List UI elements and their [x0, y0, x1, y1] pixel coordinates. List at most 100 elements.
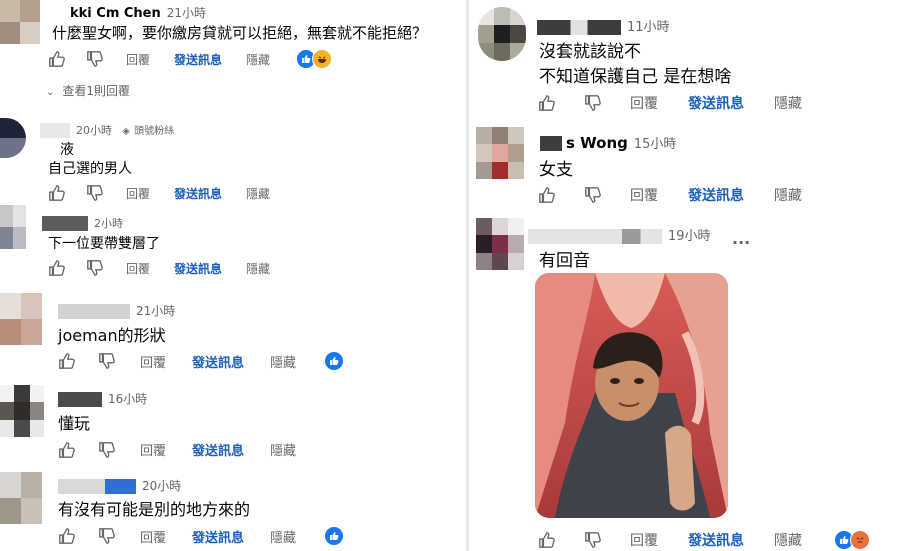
comment-actions: 回覆 發送訊息 隱藏 — [48, 49, 333, 69]
like-icon[interactable] — [58, 441, 76, 459]
send-message-button[interactable]: 發送訊息 — [174, 51, 222, 68]
like-icon[interactable] — [58, 352, 76, 370]
redacted-name — [40, 123, 70, 138]
avatar[interactable] — [0, 118, 26, 158]
send-message-button[interactable]: 發送訊息 — [688, 93, 744, 113]
dislike-icon[interactable] — [584, 94, 602, 112]
avatar[interactable] — [476, 127, 524, 179]
reply-button[interactable]: 回覆 — [126, 51, 150, 68]
comment-time[interactable]: 21小時 — [167, 6, 206, 20]
comment-text: 不知道保護自己 是在想啥 — [539, 67, 732, 87]
hide-button[interactable]: 隱藏 — [270, 527, 296, 546]
like-icon[interactable] — [48, 184, 66, 202]
redacted-name — [540, 136, 562, 151]
send-message-button[interactable]: 發送訊息 — [688, 530, 744, 550]
comment-actions: 回覆 發送訊息 隱藏 — [58, 351, 345, 371]
hide-button[interactable]: 隱藏 — [270, 352, 296, 371]
more-options-icon[interactable]: ··· — [732, 233, 750, 252]
dislike-icon[interactable] — [98, 527, 116, 545]
comment-author[interactable]: 2小時 — [42, 215, 123, 231]
like-icon[interactable] — [538, 186, 556, 204]
chevron-down-icon: ⌄ — [46, 87, 55, 98]
reply-button[interactable]: 回覆 — [630, 530, 658, 550]
reaction-badges[interactable] — [296, 49, 333, 69]
comment-author[interactable]: 11小時 — [537, 16, 670, 35]
dislike-icon[interactable] — [584, 531, 602, 549]
send-message-button[interactable]: 發送訊息 — [192, 527, 244, 546]
comment-text: 懂玩 — [58, 414, 91, 433]
comment-text: 什麼聖女啊，要你繳房貸就可以拒絕，無套就不能拒絕？ — [52, 24, 428, 42]
comment-author[interactable]: 19小時 — [528, 225, 711, 244]
comment-text: 女支 — [539, 160, 573, 180]
like-reaction-icon[interactable] — [324, 351, 345, 371]
send-message-button[interactable]: 發送訊息 — [174, 185, 222, 202]
hide-button[interactable]: 隱藏 — [246, 185, 270, 202]
like-icon[interactable] — [538, 531, 556, 549]
photo-image — [535, 273, 728, 518]
view-replies-link[interactable]: ⌄ 查看1則回覆 — [46, 82, 130, 99]
hide-button[interactable]: 隱藏 — [270, 440, 296, 459]
comment-text: 自己選的男人 — [48, 161, 132, 177]
photo-attachment[interactable] — [535, 273, 728, 518]
send-message-button[interactable]: 發送訊息 — [688, 185, 744, 205]
avatar[interactable] — [476, 218, 524, 270]
like-icon[interactable] — [48, 259, 66, 277]
comment-text-line: 沒套就該說不 — [539, 42, 641, 62]
hide-button[interactable]: 隱藏 — [774, 93, 802, 113]
comment-author[interactable]: 20小時 — [58, 477, 181, 494]
comment-author[interactable]: 16小時 — [58, 390, 147, 407]
avatar[interactable] — [0, 472, 42, 524]
comment-author[interactable]: s Wong 15小時 — [540, 133, 676, 152]
dislike-icon[interactable] — [86, 259, 104, 277]
comment-actions: 回覆 發送訊息 隱藏 — [48, 259, 270, 277]
dislike-icon[interactable] — [98, 441, 116, 459]
comment-author[interactable]: 21小時 — [58, 302, 175, 319]
comment-actions: 回覆 發送訊息 隱藏 — [58, 526, 345, 546]
angry-reaction-icon — [850, 530, 870, 550]
reply-button[interactable]: 回覆 — [126, 260, 150, 277]
like-icon[interactable] — [48, 50, 66, 68]
send-message-button[interactable]: 發送訊息 — [192, 352, 244, 371]
send-message-button[interactable]: 發送訊息 — [174, 260, 222, 277]
dislike-icon[interactable] — [86, 184, 104, 202]
avatar[interactable] — [0, 293, 42, 345]
avatar[interactable] — [0, 0, 40, 44]
redacted-name — [528, 228, 662, 244]
comment-actions: 回覆 發送訊息 隱藏 — [48, 184, 270, 202]
hide-button[interactable]: 隱藏 — [246, 260, 270, 277]
reply-button[interactable]: 回覆 — [140, 440, 166, 459]
avatar[interactable] — [0, 385, 44, 437]
dislike-icon[interactable] — [584, 186, 602, 204]
like-icon[interactable] — [58, 527, 76, 545]
reply-button[interactable]: 回覆 — [126, 185, 150, 202]
hide-button[interactable]: 隱藏 — [246, 51, 270, 68]
comment-text: 下一位要帶雙層了 — [48, 236, 160, 252]
dislike-icon[interactable] — [86, 50, 104, 68]
like-reaction-icon[interactable] — [324, 526, 345, 546]
comment-text-line: 液 — [60, 142, 74, 158]
dislike-icon[interactable] — [98, 352, 116, 370]
comment-actions: 回覆 發送訊息 隱藏 — [58, 440, 296, 459]
reply-button[interactable]: 回覆 — [140, 527, 166, 546]
column-divider — [466, 0, 469, 551]
comment-actions: 回覆 發送訊息 隱藏 — [538, 185, 802, 205]
diamond-icon: ◈ — [122, 126, 130, 137]
send-message-button[interactable]: 發送訊息 — [192, 440, 244, 459]
haha-reaction-icon — [312, 49, 333, 69]
hide-button[interactable]: 隱藏 — [774, 530, 802, 550]
avatar[interactable] — [0, 205, 26, 249]
top-fan-badge: 頭號粉絲 — [134, 126, 175, 137]
comment-text: 有回音 — [539, 251, 590, 271]
like-icon[interactable] — [538, 94, 556, 112]
comment-actions: 回覆 發送訊息 隱藏 — [538, 93, 802, 113]
reply-button[interactable]: 回覆 — [140, 352, 166, 371]
avatar[interactable] — [478, 7, 526, 61]
comment-text: 有沒有可能是別的地方來的 — [58, 500, 251, 519]
hide-button[interactable]: 隱藏 — [774, 185, 802, 205]
reply-button[interactable]: 回覆 — [630, 93, 658, 113]
reply-button[interactable]: 回覆 — [630, 185, 658, 205]
comment-text: joeman的形狀 — [58, 326, 166, 345]
comment-author[interactable]: 20小時 ◈ 頭號粉絲 — [40, 122, 174, 138]
comment-author[interactable]: kki Cm Chen 21小時 — [70, 4, 206, 21]
reaction-badges[interactable] — [834, 530, 870, 550]
